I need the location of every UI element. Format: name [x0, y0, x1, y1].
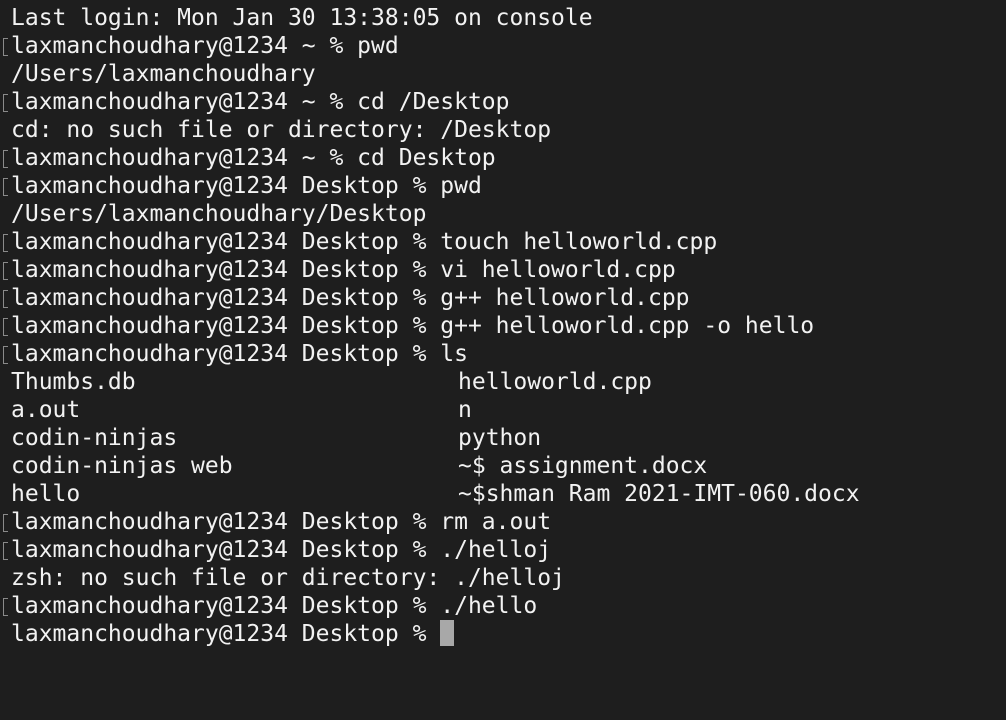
prompt-mark-icon	[3, 38, 8, 56]
prompt-mark-icon	[3, 290, 8, 308]
prompt-mark-icon	[3, 346, 8, 364]
prompt-mark-icon	[3, 150, 8, 168]
terminal-line: laxmanchoudhary@1234 ~ % cd /Desktop	[0, 88, 1006, 116]
ls-output-row: codin-ninjas python	[11, 425, 542, 451]
prompt-mark-icon	[3, 318, 8, 336]
terminal-line: laxmanchoudhary@1234 ~ % pwd	[0, 32, 1006, 60]
terminal-line: laxmanchoudhary@1234 Desktop % pwd	[0, 172, 1006, 200]
terminal-line: laxmanchoudhary@1234 Desktop % rm a.out	[0, 508, 1006, 536]
ls-output-row: codin-ninjas web ~$ assignment.docx	[11, 453, 708, 479]
terminal-line: laxmanchoudhary@1234 Desktop % ./hello	[0, 592, 1006, 620]
terminal-line: laxmanchoudhary@1234 ~ % cd Desktop	[0, 144, 1006, 172]
prompt-mark-icon	[3, 262, 8, 280]
prompt-mark-icon	[3, 94, 8, 112]
text-cursor[interactable]	[440, 620, 455, 646]
terminal-line: laxmanchoudhary@1234 Desktop % vi hellow…	[0, 256, 1006, 284]
terminal-output-line: zsh: no such file or directory: ./helloj	[11, 565, 565, 591]
prompt-mark-icon	[3, 178, 8, 196]
ls-output-row: hello ~$shman Ram 2021-IMT-060.docx	[11, 481, 860, 507]
prompt-mark-icon	[3, 542, 8, 560]
terminal-window[interactable]: Last login: Mon Jan 30 13:38:05 on conso…	[0, 0, 1006, 720]
terminal-line: laxmanchoudhary@1234 Desktop % ls	[0, 340, 1006, 368]
terminal-line: laxmanchoudhary@1234 Desktop % g++ hello…	[0, 312, 1006, 340]
current-prompt-line[interactable]: laxmanchoudhary@1234 Desktop %	[0, 620, 1006, 648]
terminal-line: laxmanchoudhary@1234 Desktop % g++ hello…	[0, 284, 1006, 312]
terminal-line: laxmanchoudhary@1234 Desktop % ./helloj	[0, 536, 1006, 564]
terminal-output-line: /Users/laxmanchoudhary	[11, 61, 316, 87]
last-login-line: Last login: Mon Jan 30 13:38:05 on conso…	[11, 5, 593, 31]
terminal-line: laxmanchoudhary@1234 Desktop % touch hel…	[0, 228, 1006, 256]
terminal-output-line: cd: no such file or directory: /Desktop	[11, 117, 552, 143]
prompt-mark-icon	[3, 598, 8, 616]
prompt-mark-icon	[3, 514, 8, 532]
ls-output-row: Thumbs.db helloworld.cpp	[11, 369, 652, 395]
ls-output-row: a.out n	[11, 397, 472, 423]
prompt-mark-icon	[3, 234, 8, 252]
current-prompt: laxmanchoudhary@1234 Desktop %	[11, 621, 441, 647]
terminal-output-line: /Users/laxmanchoudhary/Desktop	[11, 201, 427, 227]
